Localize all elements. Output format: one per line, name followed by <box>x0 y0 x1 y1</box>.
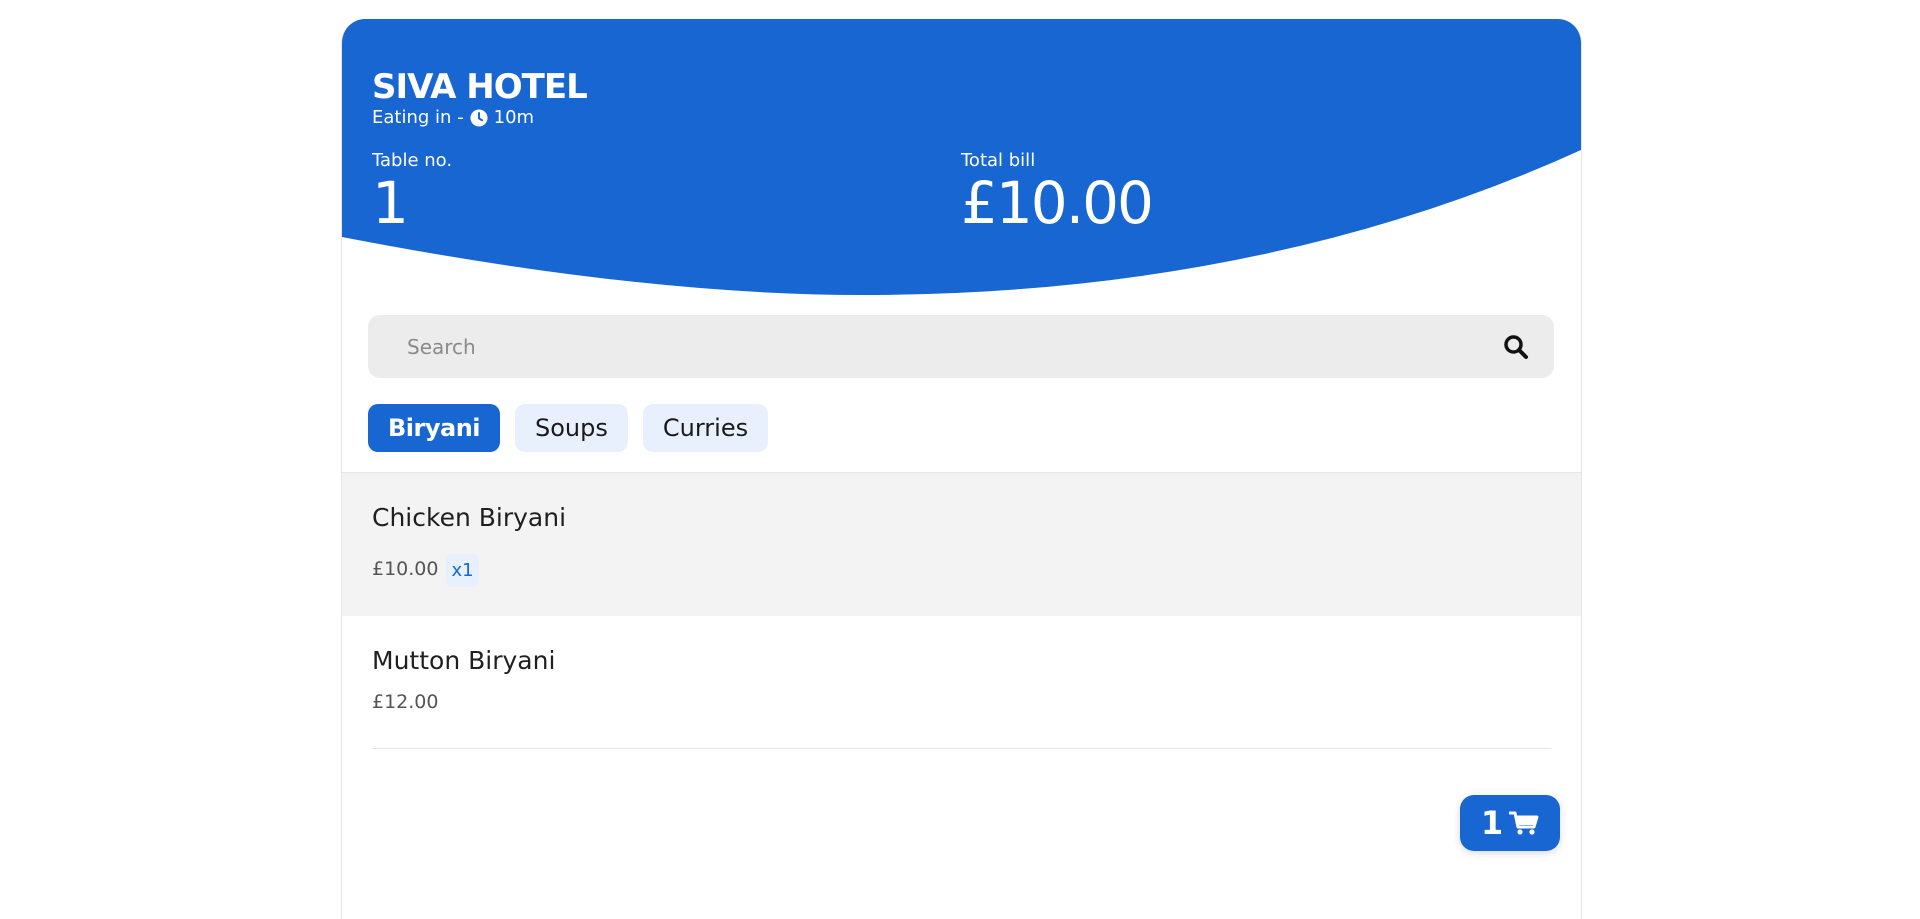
menu-item-price: £12.00 <box>372 691 439 713</box>
category-tabs: Biryani Soups Curries <box>368 404 769 452</box>
search-input[interactable] <box>405 333 1502 360</box>
total-bill-label: Total bill <box>961 150 1036 171</box>
cart-count: 1 <box>1480 804 1504 842</box>
total-bill-block: Total bill £10.00 <box>961 150 1154 237</box>
tab-biryani[interactable]: Biryani <box>368 404 501 452</box>
clock-icon <box>470 108 488 127</box>
menu-item-name: Chicken Biryani <box>372 503 567 532</box>
menu-item-chicken-biryani[interactable]: Chicken Biryani £10.00 x1 <box>342 473 1581 616</box>
total-bill-amount: £10.00 <box>961 169 1154 237</box>
cart-button[interactable]: 1 <box>1460 795 1560 851</box>
hotel-name: SIVA HOTEL <box>372 67 588 107</box>
tab-soups[interactable]: Soups <box>515 404 628 452</box>
menu-list: Chicken Biryani £10.00 x1 Mutton Biryani… <box>342 472 1581 749</box>
menu-item-price-row: £10.00 x1 <box>372 550 479 587</box>
dining-status: Eating in - 10m <box>372 107 534 128</box>
table-number-block: Table no. 1 <box>372 150 452 235</box>
dining-mode: Eating in - <box>372 107 464 128</box>
quantity-badge: x1 <box>446 554 479 587</box>
table-label: Table no. <box>372 150 453 171</box>
menu-item-price-row: £12.00 <box>372 691 438 713</box>
search-icon[interactable] <box>1502 333 1530 361</box>
elapsed-time: 10m <box>493 107 535 128</box>
cart-icon <box>1509 811 1539 835</box>
header-banner: SIVA HOTEL Eating in - 10m Table no. 1 T… <box>342 19 1581 295</box>
search-bar <box>368 315 1554 378</box>
menu-item-name: Mutton Biryani <box>372 646 556 675</box>
table-number: 1 <box>372 169 409 237</box>
app-container: SIVA HOTEL Eating in - 10m Table no. 1 T… <box>341 19 1582 919</box>
menu-item-mutton-biryani[interactable]: Mutton Biryani £12.00 <box>342 616 1581 749</box>
menu-item-price: £10.00 <box>372 557 439 580</box>
tab-curries[interactable]: Curries <box>642 404 769 452</box>
